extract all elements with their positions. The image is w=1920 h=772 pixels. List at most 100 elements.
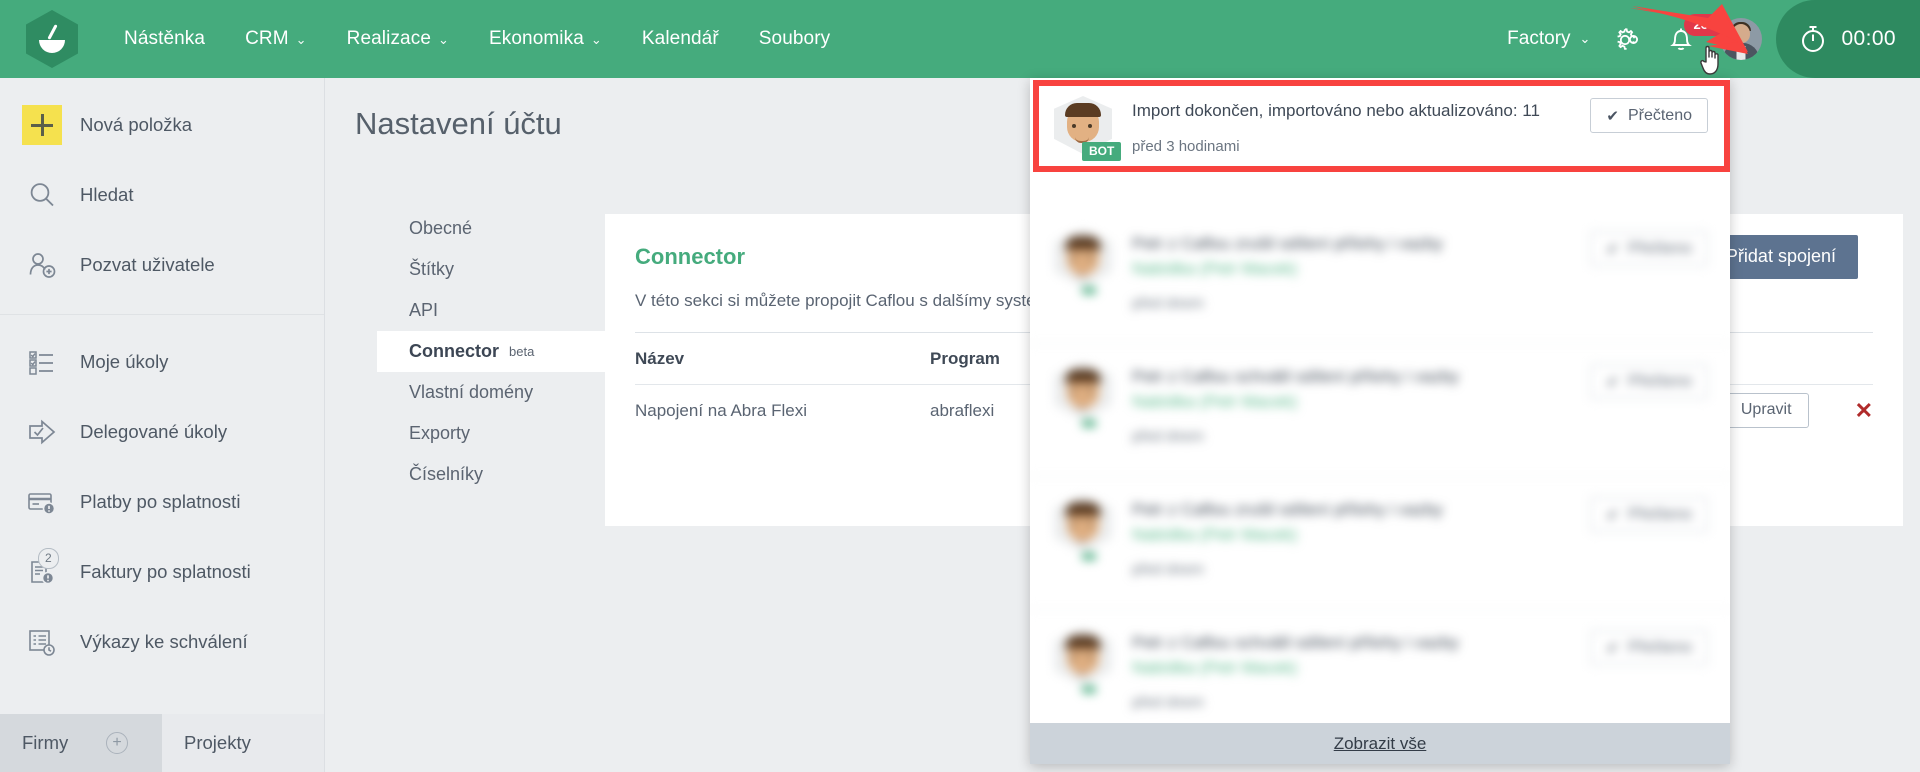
sidebar-item-label: Pozvat uživatele bbox=[80, 254, 215, 276]
sidebar-item-pozvat-uzivatele[interactable]: Pozvat uživatele bbox=[0, 230, 324, 300]
notification-text-link: Nabídka (Petr Macek) bbox=[1132, 390, 1576, 415]
edit-button[interactable]: Upravit bbox=[1724, 393, 1809, 428]
mark-as-read-label: Přečteno bbox=[1628, 639, 1692, 657]
sidebar-item-label: Moje úkoly bbox=[80, 351, 168, 373]
settings-nav-label: Obecné bbox=[409, 218, 472, 239]
nav-label: Nástěnka bbox=[124, 28, 205, 50]
mark-as-read-button[interactable]: ✔ Přečteno bbox=[1590, 497, 1708, 532]
user-badge bbox=[1082, 287, 1096, 294]
check-icon: ✔ bbox=[1606, 240, 1619, 258]
checklist-icon bbox=[20, 340, 64, 384]
sidebar-item-moje-ukoly[interactable]: Moje úkoly bbox=[0, 327, 324, 397]
nav-label: Realizace bbox=[347, 28, 431, 50]
gear-icon[interactable] bbox=[1600, 0, 1654, 78]
settings-nav-label: API bbox=[409, 300, 438, 321]
notifications-footer[interactable]: Zobrazit vše bbox=[1030, 723, 1730, 764]
sidebar-item-label: Platby po splatnosti bbox=[80, 491, 240, 513]
overdue-invoice-icon: 2 bbox=[20, 550, 64, 594]
notification-time: před dnem bbox=[1132, 295, 1576, 312]
notification-text-link: Nabídka (Petr Macek) bbox=[1132, 257, 1576, 282]
notification-item[interactable]: Petr z Caflou schválil sdílení přílohy i… bbox=[1030, 610, 1730, 723]
nav-label: Ekonomika bbox=[489, 28, 584, 50]
nav-item-nastenka[interactable]: Nástěnka bbox=[104, 0, 225, 78]
user-avatar[interactable] bbox=[1720, 18, 1762, 60]
settings-nav-label: Exporty bbox=[409, 423, 470, 444]
notifications-bell-button[interactable]: 2669 bbox=[1654, 0, 1708, 78]
notification-time: před dnem bbox=[1132, 428, 1576, 445]
logo-bowl-shape bbox=[39, 40, 65, 53]
delegated-arrow-icon bbox=[20, 410, 64, 454]
notification-body: Petr z Caflou schválil sdílení přílohy i… bbox=[1132, 628, 1590, 723]
mark-as-read-label: Přečteno bbox=[1628, 373, 1692, 391]
mark-as-read-button[interactable]: ✔ Přečteno bbox=[1590, 231, 1708, 266]
notification-avatar: BOT bbox=[1054, 96, 1112, 154]
card-title: Connector bbox=[635, 244, 745, 270]
sidebar-group-tasks: Moje úkoly Delegované úkoly bbox=[0, 314, 324, 691]
logo-spoon-shape bbox=[47, 24, 57, 40]
notification-time: před 3 hodinami bbox=[1132, 138, 1576, 155]
notification-text: Petr z Caflou zrušil sdílení přílohy i v… bbox=[1132, 232, 1576, 257]
show-all-link[interactable]: Zobrazit vše bbox=[1334, 734, 1427, 754]
sidebar-tab-label: Firmy bbox=[22, 732, 68, 754]
mark-as-read-label: Přečteno bbox=[1628, 506, 1692, 524]
notification-text-link: Nabídka (Petr Macek) bbox=[1132, 523, 1576, 548]
notification-avatar bbox=[1054, 495, 1112, 553]
account-switcher[interactable]: Factory ⌄ bbox=[1507, 28, 1600, 50]
nav-label: Soubory bbox=[759, 28, 830, 50]
nav-item-realizace[interactable]: Realizace ⌄ bbox=[327, 0, 469, 78]
nav-item-soubory[interactable]: Soubory bbox=[739, 0, 850, 78]
sidebar-badge-count: 2 bbox=[38, 548, 59, 569]
notification-item[interactable]: BOT Import dokončen, importováno nebo ak… bbox=[1030, 78, 1730, 211]
mark-as-read-button[interactable]: ✔ Přečteno bbox=[1590, 364, 1708, 399]
nav-label: CRM bbox=[245, 28, 289, 50]
check-icon: ✔ bbox=[1606, 373, 1619, 391]
search-icon bbox=[20, 173, 64, 217]
notification-text-link: Nabídka (Petr Macek) bbox=[1132, 656, 1576, 681]
notification-text: Petr z Caflou schválil sdílení přílohy i… bbox=[1132, 365, 1576, 390]
delete-x-icon[interactable]: ✕ bbox=[1855, 398, 1873, 424]
mark-as-read-button[interactable]: ✔ Přečteno bbox=[1590, 98, 1708, 133]
check-icon: ✔ bbox=[1606, 639, 1619, 657]
notification-text: Petr z Caflou zrušil sdílení přílohy i v… bbox=[1132, 498, 1576, 523]
notification-body: Petr z Caflou schválil sdílení přílohy i… bbox=[1132, 362, 1590, 458]
settings-nav-label: Číselníky bbox=[409, 464, 483, 485]
mark-as-read-button[interactable]: ✔ Přečteno bbox=[1590, 630, 1708, 665]
logo-hexagon-icon bbox=[26, 10, 78, 68]
caflou-logo[interactable] bbox=[0, 0, 104, 78]
notification-item[interactable]: Petr z Caflou zrušil sdílení přílohy i v… bbox=[1030, 477, 1730, 610]
user-badge bbox=[1082, 420, 1096, 427]
notification-body: Petr z Caflou zrušil sdílení přílohy i v… bbox=[1132, 229, 1590, 325]
sidebar-item-faktury-po-splatnosti[interactable]: 2 Faktury po splatnosti bbox=[0, 537, 324, 607]
sidebar-item-hledat[interactable]: Hledat bbox=[0, 160, 324, 230]
timer-widget[interactable]: 00:00 bbox=[1776, 0, 1920, 78]
nav-item-kalendar[interactable]: Kalendář bbox=[622, 0, 739, 78]
notification-item[interactable]: Petr z Caflou zrušil sdílení přílohy i v… bbox=[1030, 211, 1730, 344]
sidebar-tab-projekty[interactable]: Projekty bbox=[162, 714, 324, 772]
left-sidebar: Nová položka Hledat bbox=[0, 78, 325, 772]
notification-item[interactable]: Petr z Caflou schválil sdílení přílohy i… bbox=[1030, 344, 1730, 477]
settings-nav-label: Connector bbox=[409, 341, 499, 362]
add-company-plus-icon[interactable]: + bbox=[106, 732, 128, 754]
sidebar-item-delegovane-ukoly[interactable]: Delegované úkoly bbox=[0, 397, 324, 467]
sidebar-item-label: Faktury po splatnosti bbox=[80, 561, 251, 583]
notification-text: Import dokončen, importováno nebo aktual… bbox=[1132, 99, 1576, 124]
sidebar-tab-label: Projekty bbox=[184, 732, 251, 754]
sidebar-item-platby-po-splatnosti[interactable]: Platby po splatnosti bbox=[0, 467, 324, 537]
sidebar-item-vykazy-ke-schvaleni[interactable]: Výkazy ke schválení bbox=[0, 607, 324, 677]
sidebar-bottom-tabs: Firmy + Projekty bbox=[0, 714, 324, 772]
mark-as-read-label: Přečteno bbox=[1628, 240, 1692, 258]
chevron-down-icon: ⌄ bbox=[591, 33, 602, 46]
notifications-list: BOT Import dokončen, importováno nebo ak… bbox=[1030, 78, 1730, 723]
sidebar-item-nova-polozka[interactable]: Nová položka bbox=[0, 90, 324, 160]
mark-as-read-label: Přečteno bbox=[1628, 107, 1692, 125]
nav-item-ekonomika[interactable]: Ekonomika ⌄ bbox=[469, 0, 622, 78]
beta-tag: beta bbox=[509, 344, 534, 359]
avatar-shirt bbox=[1737, 46, 1746, 60]
sidebar-tab-firmy[interactable]: Firmy + bbox=[0, 714, 162, 772]
nav-item-crm[interactable]: CRM ⌄ bbox=[225, 0, 327, 78]
check-icon: ✔ bbox=[1606, 506, 1619, 524]
user-badge bbox=[1082, 686, 1096, 693]
chevron-down-icon: ⌄ bbox=[296, 33, 307, 46]
notification-body: Import dokončen, importováno nebo aktual… bbox=[1132, 96, 1590, 193]
page-title: Nastavení účtu bbox=[355, 106, 562, 142]
